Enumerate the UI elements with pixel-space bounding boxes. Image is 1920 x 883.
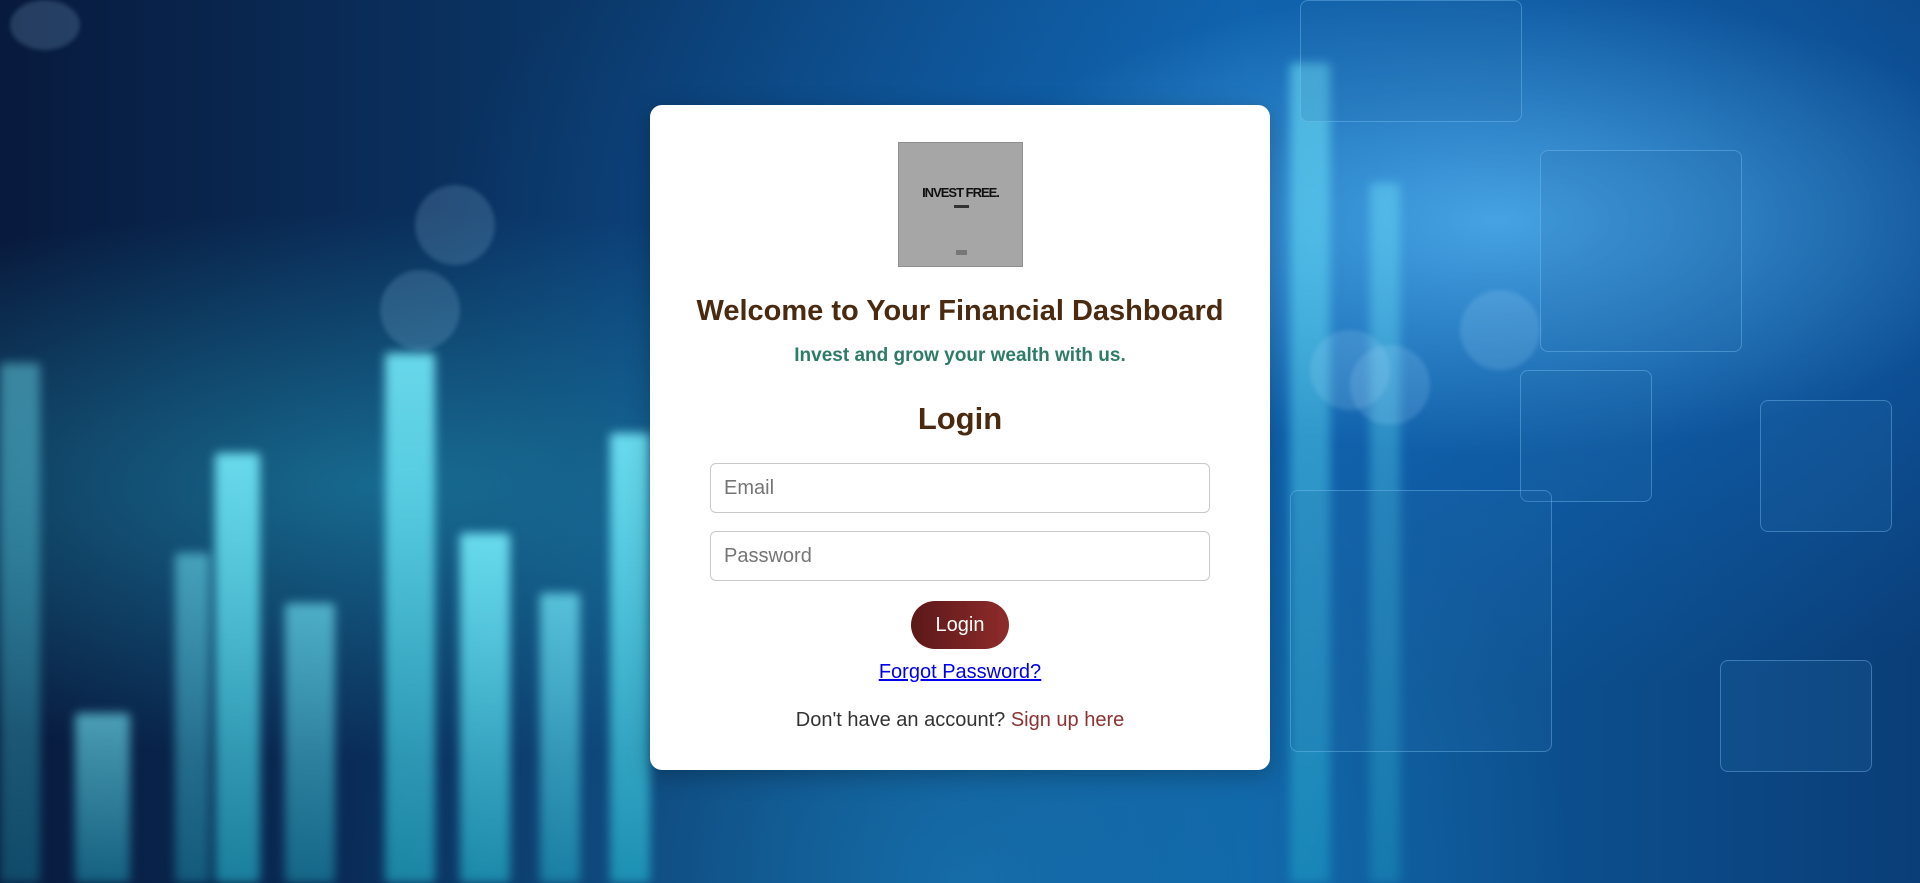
- logo-footer-mark: [956, 250, 967, 255]
- login-heading: Login: [917, 401, 1003, 436]
- bokeh-light: [415, 185, 495, 265]
- bokeh-light: [1460, 290, 1540, 370]
- bg-bar: [175, 553, 210, 883]
- bg-panel: [1760, 400, 1892, 532]
- bokeh-light: [380, 270, 460, 350]
- signup-line: Don't have an account? Sign up here: [650, 709, 1270, 732]
- bg-bar: [285, 603, 335, 883]
- bg-bar: [75, 713, 130, 883]
- login-card: INVEST FREE. Welcome to Your Financial D…: [650, 105, 1270, 770]
- bg-panel: [1520, 370, 1652, 502]
- bg-bar: [460, 533, 510, 883]
- bg-bar: [610, 433, 650, 883]
- bg-bar: [0, 363, 40, 883]
- bg-bar: [540, 593, 580, 883]
- logo: INVEST FREE.: [898, 142, 1023, 267]
- page-subtitle: Invest and grow your wealth with us.: [794, 345, 1126, 366]
- signup-prompt: Don't have an account?: [795, 709, 1011, 731]
- bokeh-light: [1350, 345, 1430, 425]
- password-input[interactable]: [710, 531, 1210, 581]
- logo-tagline-mark: [954, 205, 969, 208]
- bg-bar: [1290, 63, 1330, 883]
- bg-panel: [1540, 150, 1742, 352]
- signup-link[interactable]: Sign up here: [1011, 709, 1124, 731]
- bokeh-light: [10, 0, 80, 50]
- bg-panel: [1290, 490, 1552, 752]
- page-title: Welcome to Your Financial Dashboard: [696, 295, 1224, 327]
- bg-bar: [215, 453, 260, 883]
- bg-panel: [1720, 660, 1872, 772]
- bg-panel: [1300, 0, 1522, 122]
- logo-text: INVEST FREE.: [922, 185, 1000, 200]
- forgot-password-link[interactable]: Forgot Password?: [879, 661, 1041, 683]
- forgot-password-link-wrap: Forgot Password?: [650, 661, 1270, 684]
- login-button[interactable]: Login: [911, 601, 1009, 649]
- bg-bar: [385, 353, 435, 883]
- email-input[interactable]: [710, 463, 1210, 513]
